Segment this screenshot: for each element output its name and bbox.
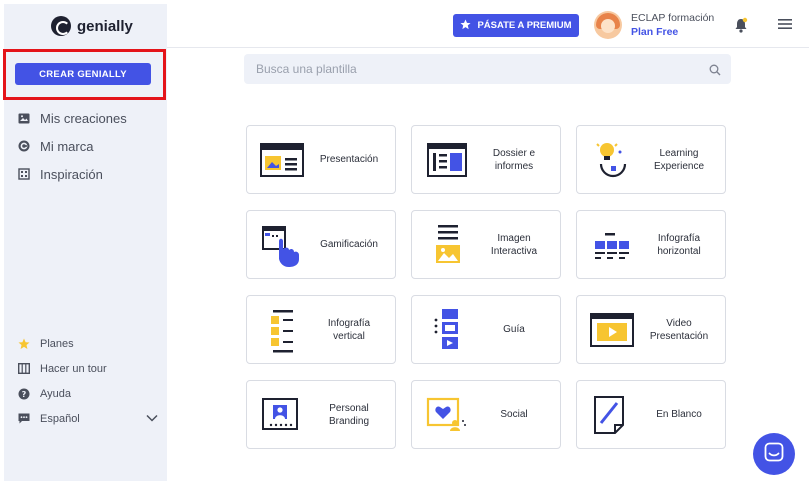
chat-icon [764, 442, 784, 467]
template-label: Personal Branding [328, 402, 370, 427]
template-label: Presentación [319, 154, 379, 165]
sidebar-item-mis-creaciones[interactable]: Mis creaciones [18, 104, 127, 132]
personal-branding-icon [257, 389, 309, 441]
template-label: Guía [503, 324, 525, 335]
sidebar-item-label: Mis creaciones [40, 110, 127, 126]
template-card-en-blanco[interactable]: En Blanco [576, 380, 726, 449]
sidebar-item-ayuda[interactable]: ? Ayuda [18, 381, 158, 406]
sidebar-item-planes[interactable]: Planes [18, 331, 158, 356]
language-label: Español [40, 412, 80, 425]
presentation-icon [257, 134, 309, 186]
chat-bubble-icon [18, 413, 30, 425]
template-label: Social [500, 409, 528, 420]
template-card-learning[interactable]: Learning Experience [576, 125, 726, 194]
brand-name: genially [77, 17, 133, 35]
template-label: Imagen Interactiva [490, 232, 538, 257]
interactive-image-icon [422, 219, 474, 271]
sidebar-item-label: Inspiración [40, 166, 103, 182]
building-icon [18, 168, 30, 180]
svg-text:?: ? [22, 390, 27, 399]
template-label: En Blanco [656, 409, 702, 420]
bell-icon[interactable] [733, 16, 749, 34]
genially-logo-icon [51, 16, 71, 36]
video-presentation-icon [587, 304, 639, 356]
blank-icon [587, 389, 639, 441]
premium-button[interactable]: PÁSATE A PREMIUM [453, 14, 579, 37]
brand-icon [18, 140, 30, 152]
sidebar-item-inspiracion[interactable]: Inspiración [18, 160, 127, 188]
sidebar-item-label: Planes [40, 337, 74, 350]
template-card-social[interactable]: Social [411, 380, 561, 449]
template-label: Video Presentación [649, 317, 709, 342]
sidebar-item-label: Mi marca [40, 138, 94, 154]
gamification-icon [257, 219, 309, 271]
create-genially-button[interactable]: CREAR GENIALLY [15, 63, 151, 85]
dossier-icon [422, 134, 474, 186]
vertical-infographic-icon [257, 304, 309, 356]
horizontal-infographic-icon [587, 219, 639, 271]
template-label: Infografía horizontal [657, 232, 701, 257]
sidebar-item-label: Hacer un tour [40, 362, 107, 375]
template-grid: Presentación Dossier e informes Learning… [246, 125, 726, 449]
search-input[interactable] [244, 54, 731, 84]
user-plan[interactable]: Plan Free [631, 26, 678, 38]
hamburger-menu-icon[interactable] [778, 17, 792, 31]
chevron-down-icon [146, 413, 158, 425]
help-icon: ? [18, 388, 30, 400]
user-name[interactable]: ECLAP formación [631, 12, 714, 24]
template-card-imagen-interactiva[interactable]: Imagen Interactiva [411, 210, 561, 279]
sidebar-item-mi-marca[interactable]: Mi marca [18, 132, 127, 160]
template-card-personal-branding[interactable]: Personal Branding [246, 380, 396, 449]
top-bar: PÁSATE A PREMIUM ECLAP formación Plan Fr… [167, 0, 809, 48]
template-card-presentacion[interactable]: Presentación [246, 125, 396, 194]
sidebar-item-hacer-un-tour[interactable]: Hacer un tour [18, 356, 158, 381]
template-card-infografia-horizontal[interactable]: Infografía horizontal [576, 210, 726, 279]
language-selector[interactable]: Español [18, 406, 158, 431]
star-icon [460, 18, 471, 33]
guide-icon [422, 304, 474, 356]
template-card-dossier[interactable]: Dossier e informes [411, 125, 561, 194]
search-icon[interactable] [709, 63, 721, 76]
image-icon [18, 112, 30, 124]
create-button-highlight: CREAR GENIALLY [3, 49, 166, 100]
template-label: Infografía vertical [327, 317, 371, 342]
template-label: Dossier e informes [492, 147, 536, 172]
template-card-gamificacion[interactable]: Gamificación [246, 210, 396, 279]
sidebar-bottom-nav: Planes Hacer un tour ? Ayuda Español [18, 331, 158, 431]
template-label: Learning Experience [653, 147, 705, 172]
social-icon [422, 389, 474, 441]
map-icon [18, 363, 30, 375]
star-icon [18, 338, 30, 350]
template-card-guia[interactable]: Guía [411, 295, 561, 364]
sidebar-item-label: Ayuda [40, 387, 71, 400]
avatar[interactable] [594, 11, 622, 39]
genially-logo[interactable]: genially [51, 16, 133, 36]
template-card-video-presentacion[interactable]: Video Presentación [576, 295, 726, 364]
sidebar-nav: Mis creaciones Mi marca Inspiración [18, 104, 127, 188]
premium-label: PÁSATE A PREMIUM [477, 20, 572, 31]
template-card-infografia-vertical[interactable]: Infografía vertical [246, 295, 396, 364]
template-label: Gamificación [320, 239, 378, 250]
learning-icon [587, 134, 639, 186]
chat-support-button[interactable] [753, 433, 795, 475]
